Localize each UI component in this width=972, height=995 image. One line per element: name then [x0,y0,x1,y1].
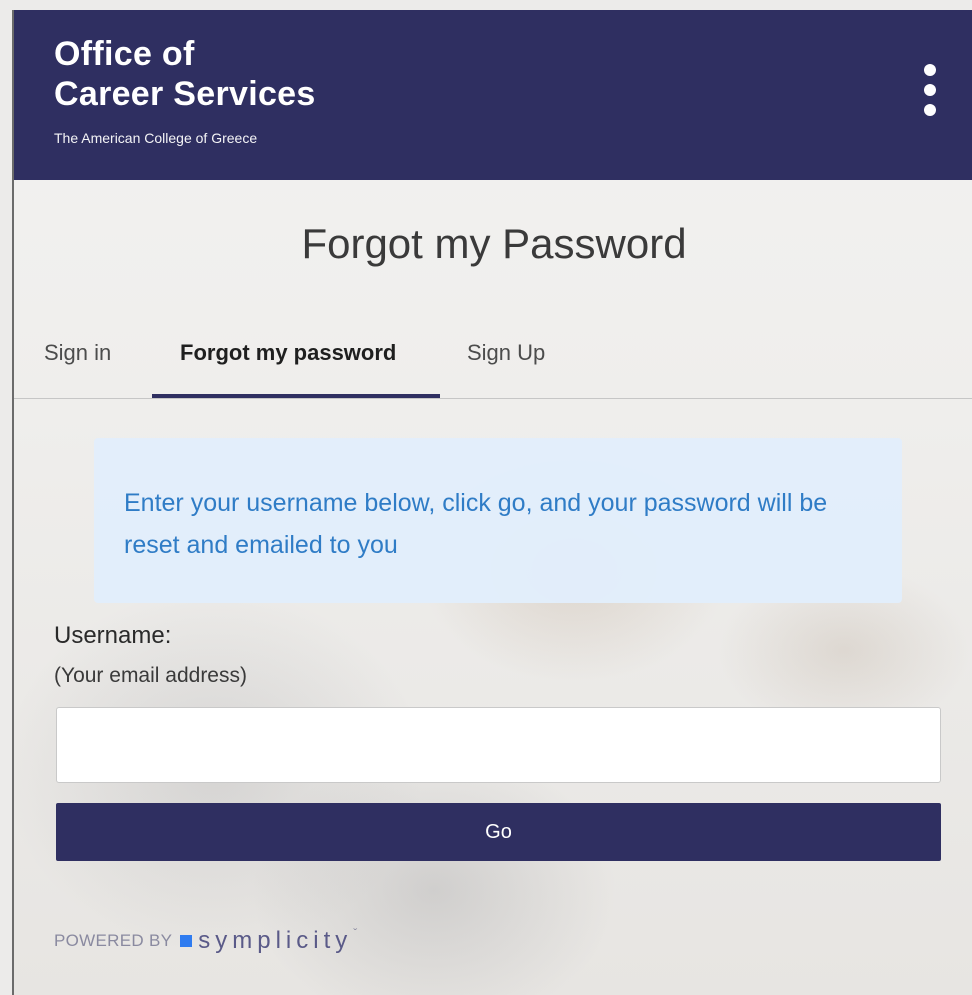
powered-by-label: POWERED BY [54,931,173,950]
username-input[interactable] [56,707,941,783]
symplicity-wordmark: symplicity [198,927,353,954]
brand-logo[interactable]: Office of Career Services The American C… [54,34,316,146]
kebab-dot [924,104,936,116]
active-tab-indicator [152,394,440,398]
tab-sign-up[interactable]: Sign Up [467,340,545,366]
app-header: Office of Career Services The American C… [14,10,972,180]
brand-line-1: Office of [54,35,195,73]
powered-by[interactable]: POWERED BY symplicity ˇ [54,926,358,954]
app-frame: Office of Career Services The American C… [12,10,972,995]
brand-subtitle: The American College of Greece [54,130,258,146]
kebab-dot [924,64,936,76]
symplicity-brand-mark: ˇ [353,926,358,940]
username-label: Username: [54,622,172,649]
auth-tabs: Sign in Forgot my password Sign Up [14,330,972,399]
tab-sign-in[interactable]: Sign in [44,340,111,366]
brand-line-2: Career Services [54,75,316,113]
tab-forgot-password[interactable]: Forgot my password [180,340,396,366]
info-message: Enter your username below, click go, and… [94,438,902,603]
more-options-icon[interactable] [922,64,938,116]
page-title: Forgot my Password [301,220,687,267]
username-hint: (Your email address) [54,664,247,687]
symplicity-logo-icon [180,935,193,947]
kebab-dot [924,84,936,96]
go-button[interactable]: Go [56,803,941,861]
